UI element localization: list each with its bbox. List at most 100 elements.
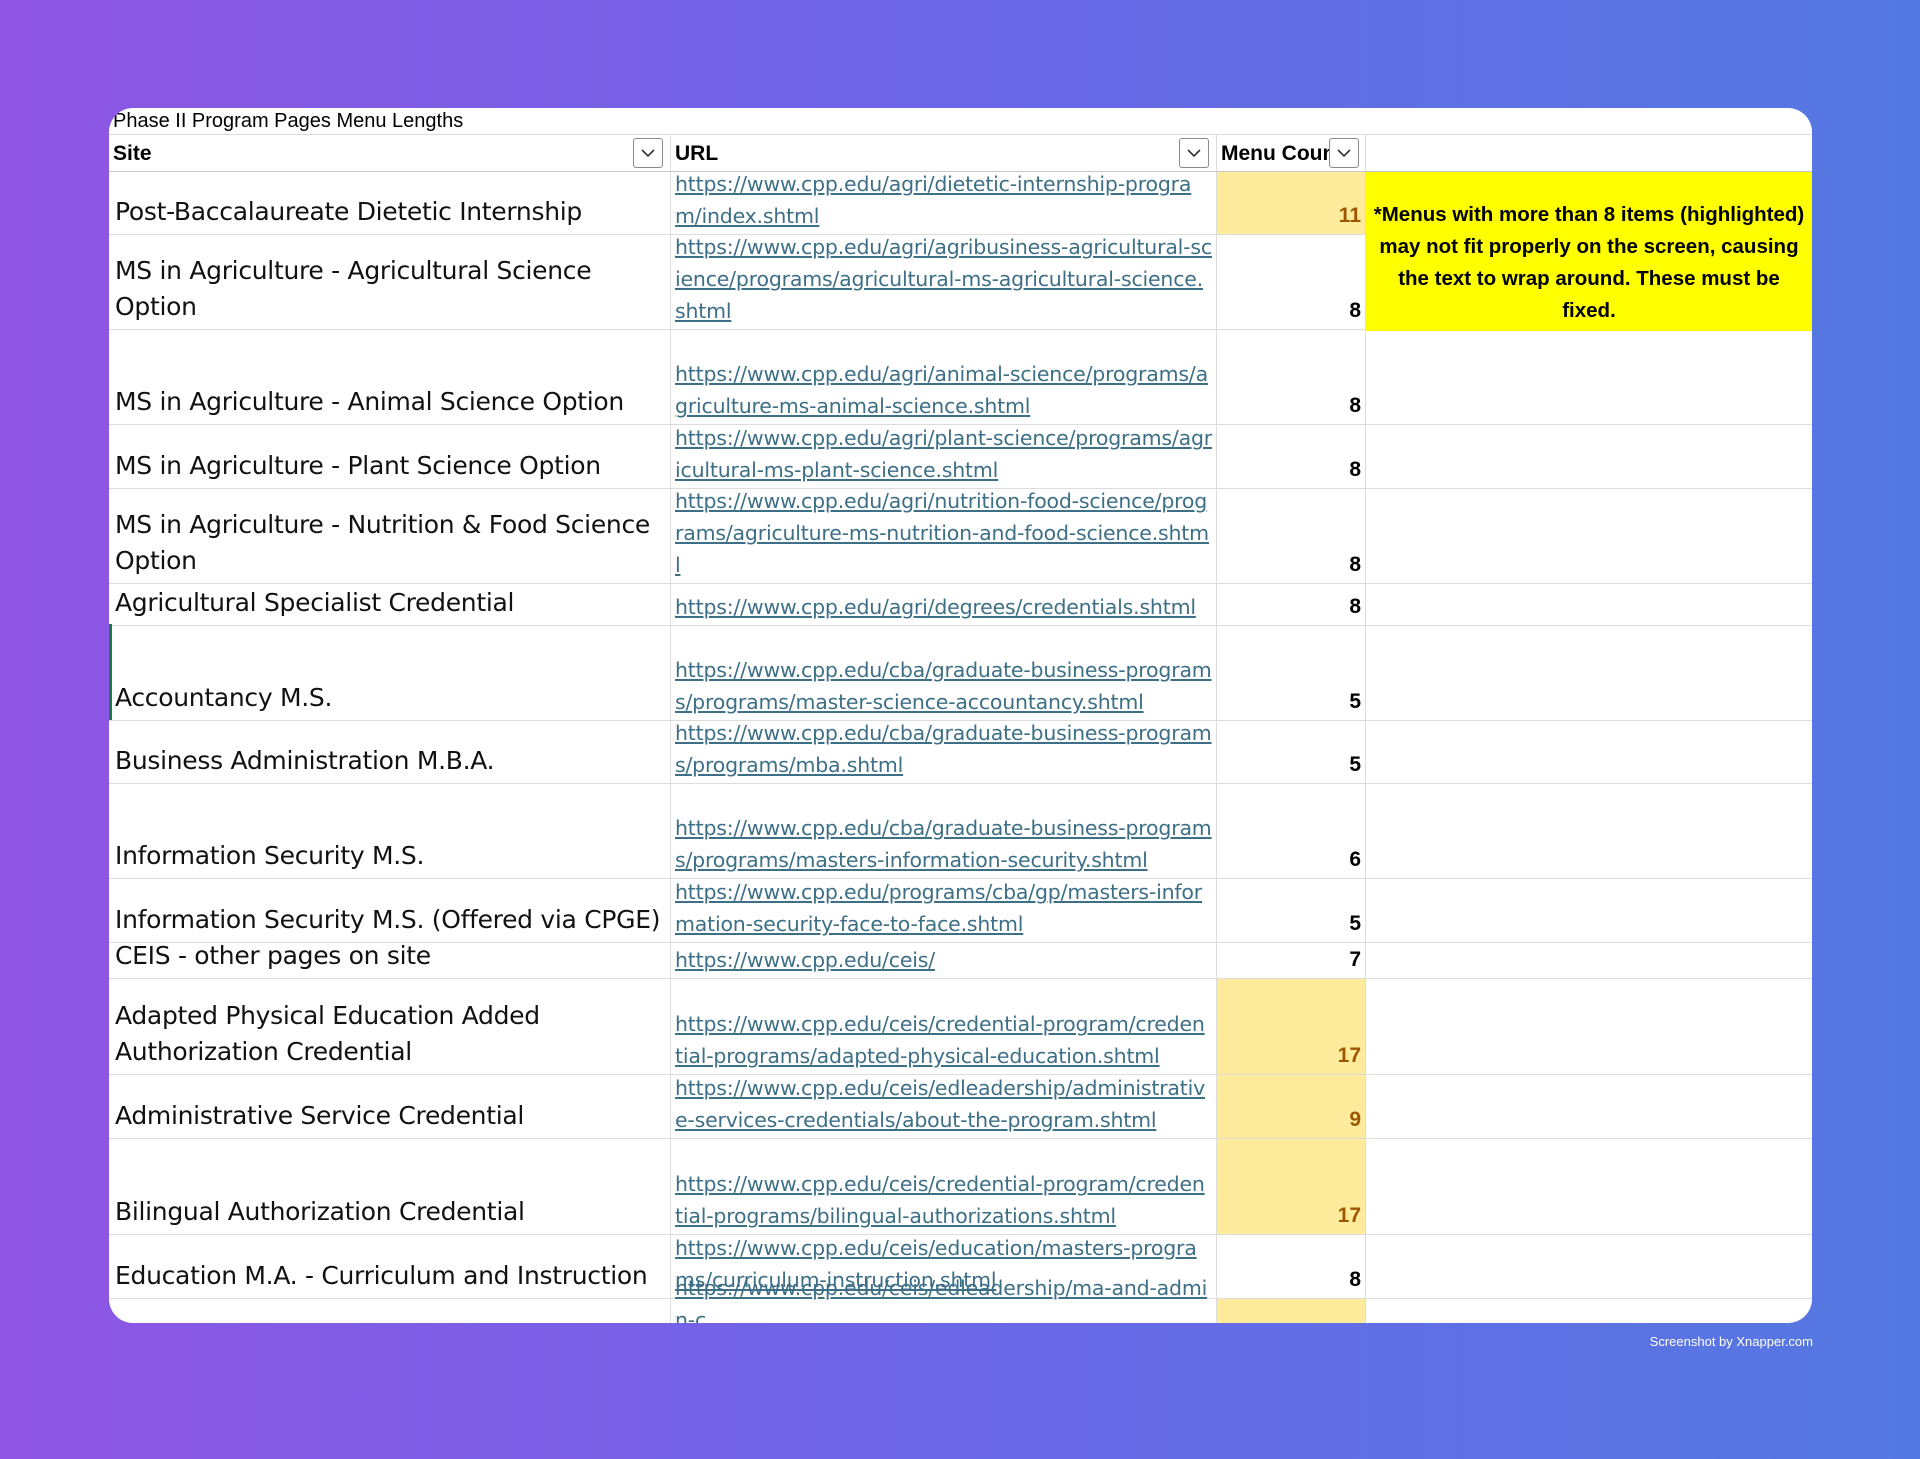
empty-cell[interactable]	[1366, 879, 1812, 942]
menu-count-value: 8	[1349, 553, 1361, 576]
url-cell[interactable]: https://www.cpp.edu/programs/cba/gp/mast…	[671, 879, 1217, 942]
count-filter-dropdown[interactable]	[1329, 138, 1359, 168]
url-cell[interactable]: https://www.cpp.edu/cba/graduate-busines…	[671, 721, 1217, 783]
url-link[interactable]: https://www.cpp.edu/cba/graduate-busines…	[675, 654, 1212, 718]
menu-count-cell[interactable]: 5	[1217, 721, 1366, 783]
table-row: Administrative Service Credential https:/…	[109, 1075, 1812, 1139]
url-link[interactable]: https://www.cpp.edu/agri/plant-science/p…	[675, 422, 1212, 486]
table-row: Agricultural Specialist Credential https:…	[109, 584, 1812, 626]
site-cell[interactable]: Information Security M.S. (Offered via C…	[109, 879, 671, 942]
url-link[interactable]: https://www.cpp.edu/agri/animal-science/…	[675, 358, 1212, 422]
menu-count-cell[interactable]: 6	[1217, 784, 1366, 878]
empty-cell[interactable]	[1366, 943, 1812, 978]
note-cell[interactable]: *Menus with more than 8 items (highlight…	[1366, 172, 1812, 331]
url-link[interactable]: https://www.cpp.edu/ceis/edleadership/ad…	[675, 1072, 1212, 1136]
site-cell[interactable]	[109, 1299, 671, 1323]
empty-cell[interactable]	[1366, 626, 1812, 720]
menu-count-value: 8	[1349, 458, 1361, 481]
url-link[interactable]: https://www.cpp.edu/ceis/	[675, 944, 935, 976]
site-header-label: Site	[113, 142, 152, 165]
menu-count-cell[interactable]: 9	[1217, 1075, 1366, 1138]
url-cell[interactable]: https://www.cpp.edu/agri/degrees/credent…	[671, 584, 1217, 625]
url-filter-dropdown[interactable]	[1179, 138, 1209, 168]
table-row: Business Administration M.B.A. https://ww…	[109, 721, 1812, 784]
empty-cell[interactable]	[1366, 1075, 1812, 1138]
menu-count-value: 5	[1349, 912, 1361, 935]
table-row: Accountancy M.S. https://www.cpp.edu/cba/…	[109, 626, 1812, 721]
url-link[interactable]: https://www.cpp.edu/cba/graduate-busines…	[675, 812, 1212, 876]
url-link[interactable]: https://www.cpp.edu/ceis/edleadership/ma…	[675, 1272, 1212, 1323]
site-cell[interactable]: MS in Agriculture - Animal Science Optio…	[109, 330, 671, 424]
menu-count-cell[interactable]: 11	[1217, 172, 1366, 234]
menu-count-cell[interactable]: 17	[1217, 1139, 1366, 1234]
site-cell[interactable]: CEIS - other pages on site	[109, 941, 671, 978]
site-cell[interactable]: Post-Baccalaureate Dietetic Internship	[109, 172, 671, 234]
url-cell[interactable]: https://www.cpp.edu/agri/agribusiness-ag…	[671, 235, 1217, 329]
site-cell[interactable]: Education M.A. - Curriculum and Instruct…	[109, 1235, 671, 1298]
count-column-header[interactable]: Menu Coun	[1217, 135, 1366, 171]
site-column-header[interactable]: Site	[109, 135, 671, 171]
url-cell[interactable]: https://www.cpp.edu/ceis/edleadership/ma…	[671, 1276, 1217, 1323]
url-cell[interactable]: https://www.cpp.edu/ceis/credential-prog…	[671, 979, 1217, 1074]
url-link[interactable]: https://www.cpp.edu/agri/dietetic-intern…	[675, 168, 1212, 232]
url-link[interactable]: https://www.cpp.edu/ceis/credential-prog…	[675, 1168, 1212, 1232]
empty-cell[interactable]	[1366, 1139, 1812, 1234]
url-link[interactable]: https://www.cpp.edu/ceis/credential-prog…	[675, 1008, 1212, 1072]
url-cell[interactable]: https://www.cpp.edu/ceis/	[671, 943, 1217, 978]
menu-count-cell[interactable]: 17	[1217, 979, 1366, 1074]
url-column-header[interactable]: URL	[671, 135, 1217, 171]
site-cell[interactable]: MS in Agriculture - Agricultural Science…	[109, 235, 671, 329]
site-name: Bilingual Authorization Credential	[115, 1197, 525, 1226]
url-link[interactable]: https://www.cpp.edu/agri/nutrition-food-…	[675, 485, 1212, 581]
url-cell[interactable]: https://www.cpp.edu/agri/plant-science/p…	[671, 425, 1217, 488]
url-link[interactable]: https://www.cpp.edu/agri/agribusiness-ag…	[675, 231, 1212, 327]
url-link[interactable]: https://www.cpp.edu/cba/graduate-busines…	[675, 717, 1212, 781]
empty-cell[interactable]	[1366, 784, 1812, 878]
site-filter-dropdown[interactable]	[633, 138, 663, 168]
menu-count-cell[interactable]: 8	[1217, 1235, 1366, 1298]
site-cell[interactable]: Bilingual Authorization Credential	[109, 1139, 671, 1234]
menu-count-value: 9	[1349, 1108, 1361, 1131]
header-row: Site URL Menu Coun	[109, 135, 1812, 172]
site-name: Information Security M.S. (Offered via C…	[115, 905, 661, 934]
menu-count-cell[interactable]: 7	[1217, 943, 1366, 978]
menu-count-cell[interactable]: 8	[1217, 584, 1366, 625]
empty-cell[interactable]	[1366, 584, 1812, 625]
url-header-label: URL	[675, 142, 719, 165]
url-cell[interactable]: https://www.cpp.edu/agri/animal-science/…	[671, 330, 1217, 424]
url-cell[interactable]: https://www.cpp.edu/agri/dietetic-intern…	[671, 172, 1217, 234]
menu-count-cell[interactable]: 5	[1217, 879, 1366, 942]
site-cell[interactable]: Business Administration M.B.A.	[109, 721, 671, 783]
menu-count-cell[interactable]: 8	[1217, 235, 1366, 329]
menu-count-cell[interactable]: 5	[1217, 626, 1366, 720]
url-cell[interactable]: https://www.cpp.edu/agri/nutrition-food-…	[671, 489, 1217, 583]
url-cell[interactable]: https://www.cpp.edu/cba/graduate-busines…	[671, 784, 1217, 878]
url-cell[interactable]: https://www.cpp.edu/cba/graduate-busines…	[671, 626, 1217, 720]
site-cell[interactable]: Accountancy M.S.	[109, 626, 671, 720]
empty-cell[interactable]	[1366, 1299, 1812, 1323]
site-name: Education M.A. - Curriculum and Instruct…	[115, 1261, 648, 1290]
url-link[interactable]: https://www.cpp.edu/programs/cba/gp/mast…	[675, 876, 1212, 940]
note-column-header[interactable]	[1366, 135, 1812, 171]
table-row: Adapted Physical Education Added Authori…	[109, 979, 1812, 1075]
site-cell[interactable]: Adapted Physical Education Added Authori…	[109, 979, 671, 1074]
site-cell[interactable]: Administrative Service Credential	[109, 1075, 671, 1138]
menu-count-cell[interactable]	[1217, 1299, 1366, 1323]
empty-cell[interactable]	[1366, 979, 1812, 1074]
menu-count-cell[interactable]: 8	[1217, 425, 1366, 488]
url-link[interactable]: https://www.cpp.edu/agri/degrees/credent…	[675, 591, 1196, 623]
empty-cell[interactable]	[1366, 1235, 1812, 1298]
url-cell[interactable]: https://www.cpp.edu/ceis/edleadership/ad…	[671, 1075, 1217, 1138]
site-cell[interactable]: MS in Agriculture - Plant Science Option	[109, 425, 671, 488]
site-cell[interactable]: Information Security M.S.	[109, 784, 671, 878]
menu-count-cell[interactable]: 8	[1217, 489, 1366, 583]
chevron-down-icon	[641, 149, 655, 158]
site-cell[interactable]: Agricultural Specialist Credential	[109, 584, 671, 625]
site-cell[interactable]: MS in Agriculture - Nutrition & Food Sci…	[109, 489, 671, 583]
empty-cell[interactable]	[1366, 721, 1812, 783]
empty-cell[interactable]	[1366, 330, 1812, 424]
empty-cell[interactable]	[1366, 425, 1812, 488]
url-cell[interactable]: https://www.cpp.edu/ceis/credential-prog…	[671, 1139, 1217, 1234]
empty-cell[interactable]	[1366, 489, 1812, 583]
menu-count-cell[interactable]: 8	[1217, 330, 1366, 424]
